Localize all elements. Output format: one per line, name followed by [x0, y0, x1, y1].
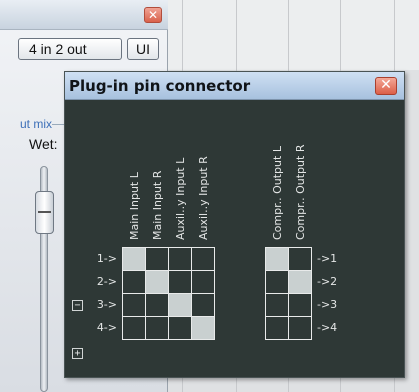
- output-pin-cell[interactable]: [288, 270, 312, 294]
- input-pin-cell[interactable]: [145, 247, 169, 271]
- input-pin-cell[interactable]: [145, 316, 169, 340]
- dialog-close-icon[interactable]: ✕: [375, 77, 397, 95]
- output-pin-cell[interactable]: [265, 247, 289, 271]
- output-row-label: ->1: [317, 252, 338, 265]
- fx-window-close-icon[interactable]: ✕: [144, 7, 162, 23]
- expand-icon[interactable]: +: [72, 348, 83, 359]
- output-pin-cell[interactable]: [265, 316, 289, 340]
- input-pin-cell[interactable]: [168, 316, 192, 340]
- input-column-label: Main Input L: [128, 172, 141, 240]
- input-pin-cell[interactable]: [122, 293, 146, 317]
- input-column-label: Auxil..y Input R: [197, 156, 210, 240]
- output-column-label: Compr.. Output R: [294, 144, 307, 240]
- collapse-icon[interactable]: −: [72, 300, 83, 311]
- input-pin-cell[interactable]: [122, 316, 146, 340]
- arrange-ruler: [168, 0, 419, 70]
- input-pin-cell[interactable]: [168, 270, 192, 294]
- input-pin-cell[interactable]: [191, 270, 215, 294]
- input-row-label: 1->: [96, 252, 117, 265]
- output-pin-cell[interactable]: [265, 293, 289, 317]
- wet-label: Wet:: [29, 136, 58, 152]
- input-pin-cell[interactable]: [168, 293, 192, 317]
- input-row-label: 4->: [96, 321, 117, 334]
- output-mix-label: ut mix: [20, 117, 53, 131]
- output-pin-cell[interactable]: [288, 316, 312, 340]
- input-pin-cell[interactable]: [191, 316, 215, 340]
- wet-slider-thumb[interactable]: [35, 191, 54, 234]
- input-row-label: 2->: [96, 275, 117, 288]
- ui-button[interactable]: UI: [127, 38, 159, 60]
- input-pin-cell[interactable]: [145, 293, 169, 317]
- output-pin-cell[interactable]: [288, 247, 312, 271]
- dialog-title: Plug-in pin connector: [69, 77, 251, 95]
- output-column-label: Compr.. Output L: [271, 146, 284, 240]
- input-pin-matrix: [122, 247, 215, 340]
- output-pin-cell[interactable]: [265, 270, 289, 294]
- output-row-label: ->3: [317, 298, 338, 311]
- output-pin-matrix: [265, 247, 312, 340]
- input-pin-cell[interactable]: [191, 293, 215, 317]
- output-row-label: ->4: [317, 321, 338, 334]
- input-column-label: Auxil..y Input L: [174, 157, 187, 240]
- fx-window-titlebar: ✕: [0, 0, 168, 30]
- input-column-label: Main Input R: [151, 170, 164, 240]
- pin-connector-dialog: Plug-in pin connector ✕ Main Input L Mai…: [64, 71, 405, 378]
- input-pin-cell[interactable]: [168, 247, 192, 271]
- input-pin-cell[interactable]: [191, 247, 215, 271]
- output-row-label: ->2: [317, 275, 338, 288]
- input-row-label: 3->: [96, 298, 117, 311]
- input-pin-cell[interactable]: [145, 270, 169, 294]
- input-pin-cell[interactable]: [122, 270, 146, 294]
- output-pin-cell[interactable]: [288, 293, 312, 317]
- input-pin-cell[interactable]: [122, 247, 146, 271]
- dialog-titlebar[interactable]: Plug-in pin connector ✕: [65, 72, 404, 100]
- io-routing-button[interactable]: 4 in 2 out: [18, 38, 122, 60]
